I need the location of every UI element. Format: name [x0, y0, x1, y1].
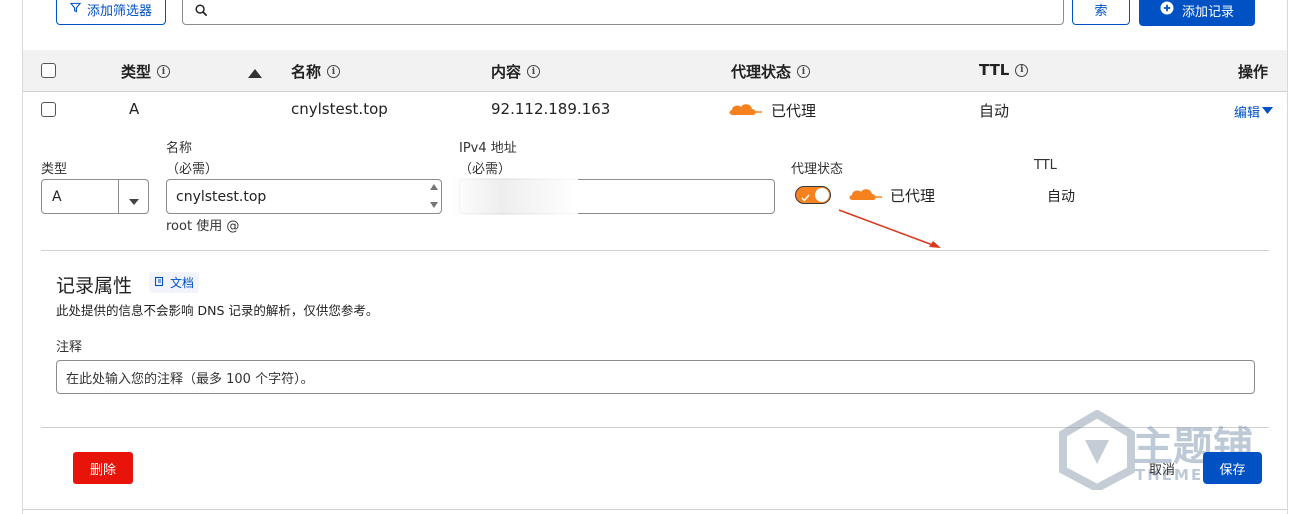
toggle-knob: [815, 187, 829, 202]
bottom-border: [23, 509, 1287, 510]
add-record-label: 添加记录: [1181, 4, 1234, 20]
ttl-value: 自动: [1047, 189, 1075, 205]
cloud-icon: [725, 101, 763, 121]
docs-icon: [154, 276, 165, 290]
plus-circle-icon: [1160, 1, 1174, 19]
docs-link[interactable]: 文档: [149, 272, 200, 293]
proxy-field-label: 代理状态: [791, 162, 844, 177]
cancel-button[interactable]: 取消: [1149, 459, 1175, 478]
column-header-type-label: 类型: [121, 63, 152, 81]
ttl-field-label: TTL: [1034, 158, 1057, 173]
filter-icon: [69, 2, 82, 17]
type-field-label: 类型: [41, 162, 68, 177]
record-attributes-title: 记录属性: [56, 275, 133, 297]
edit-button[interactable]: 编辑: [1234, 102, 1274, 121]
column-header-actions: 操作: [1238, 61, 1268, 82]
dns-panel: 添加筛选器 索 添加记录 类型 i 名称 i 内容 i 代理状态 i TTL i: [22, 0, 1288, 514]
chevron-down-icon: [1262, 104, 1274, 119]
add-filter-button[interactable]: 添加筛选器: [56, 0, 166, 25]
section-divider: [41, 250, 1269, 251]
select-all-checkbox[interactable]: [41, 63, 56, 78]
type-select-value: A: [52, 188, 62, 205]
row-name: cnylstest.top: [291, 100, 388, 118]
search-button-label: 索: [1094, 4, 1108, 19]
search-button[interactable]: 索: [1072, 0, 1130, 25]
info-icon[interactable]: i: [1015, 63, 1029, 77]
record-attributes-description: 此处提供的信息不会影响 DNS 记录的解析，仅供您参考。: [56, 303, 379, 318]
ipv4-field-label: IPv4 地址: [459, 141, 517, 156]
info-icon[interactable]: i: [797, 65, 811, 78]
delete-button-label: 删除: [89, 462, 116, 478]
type-select[interactable]: A: [41, 179, 149, 214]
column-header-proxy-label: 代理状态: [731, 63, 792, 81]
row-proxy-status: 已代理: [771, 102, 817, 120]
column-header-content[interactable]: 内容 i: [491, 61, 541, 82]
comment-placeholder: 在此处输入您的注释（最多 100 个字符）。: [66, 371, 314, 387]
table-header: [23, 50, 1287, 91]
column-header-proxy-status[interactable]: 代理状态 i: [731, 61, 811, 82]
info-icon[interactable]: i: [157, 65, 171, 78]
comment-field-label: 注释: [56, 340, 83, 355]
name-field-label: 名称: [166, 141, 193, 156]
check-icon: [801, 190, 810, 206]
add-record-button[interactable]: 添加记录: [1139, 0, 1255, 26]
row-checkbox[interactable]: [41, 102, 56, 117]
name-required-label: （必需）: [166, 162, 219, 177]
proxy-toggle[interactable]: [795, 186, 831, 204]
edit-button-label: 编辑: [1234, 106, 1261, 121]
column-header-ttl-label: TTL: [979, 61, 1010, 79]
docs-label: 文档: [170, 276, 195, 290]
row-type: A: [129, 100, 140, 118]
name-input[interactable]: cnylstest.top: [166, 179, 442, 214]
chevron-down-icon: [129, 193, 139, 209]
add-filter-label: 添加筛选器: [86, 4, 152, 19]
spin-stepper[interactable]: [429, 182, 439, 214]
comment-input[interactable]: 在此处输入您的注释（最多 100 个字符）。: [56, 360, 1255, 394]
row-ttl: 自动: [979, 102, 1010, 120]
annotation-arrow: [835, 206, 945, 256]
name-hint: root 使用 @: [166, 219, 240, 234]
redaction-blur: [450, 178, 578, 215]
ipv4-required-label: （必需）: [459, 162, 512, 177]
info-icon[interactable]: i: [527, 65, 541, 78]
column-header-ttl[interactable]: TTL i: [979, 61, 1029, 79]
name-input-value: cnylstest.top: [176, 188, 267, 205]
select-separator: [118, 180, 119, 213]
save-button-label: 保存: [1219, 462, 1246, 478]
search-icon: [195, 4, 208, 21]
column-header-name-label: 名称: [291, 63, 322, 81]
cloud-icon: [845, 186, 883, 206]
column-header-type[interactable]: 类型 i: [121, 61, 171, 82]
ipv4-input[interactable]: [450, 178, 775, 215]
save-button[interactable]: 保存: [1203, 452, 1262, 484]
sort-up-icon[interactable]: [248, 66, 262, 82]
column-header-actions-label: 操作: [1238, 63, 1269, 81]
row-divider: [23, 91, 1287, 92]
row-content: 92.112.189.163: [491, 100, 611, 118]
delete-button[interactable]: 删除: [73, 452, 133, 484]
search-input[interactable]: [182, 0, 1064, 25]
info-icon[interactable]: i: [327, 65, 341, 78]
column-header-name[interactable]: 名称 i: [291, 61, 341, 82]
proxy-status-value: 已代理: [890, 187, 936, 205]
column-header-content-label: 内容: [491, 63, 522, 81]
